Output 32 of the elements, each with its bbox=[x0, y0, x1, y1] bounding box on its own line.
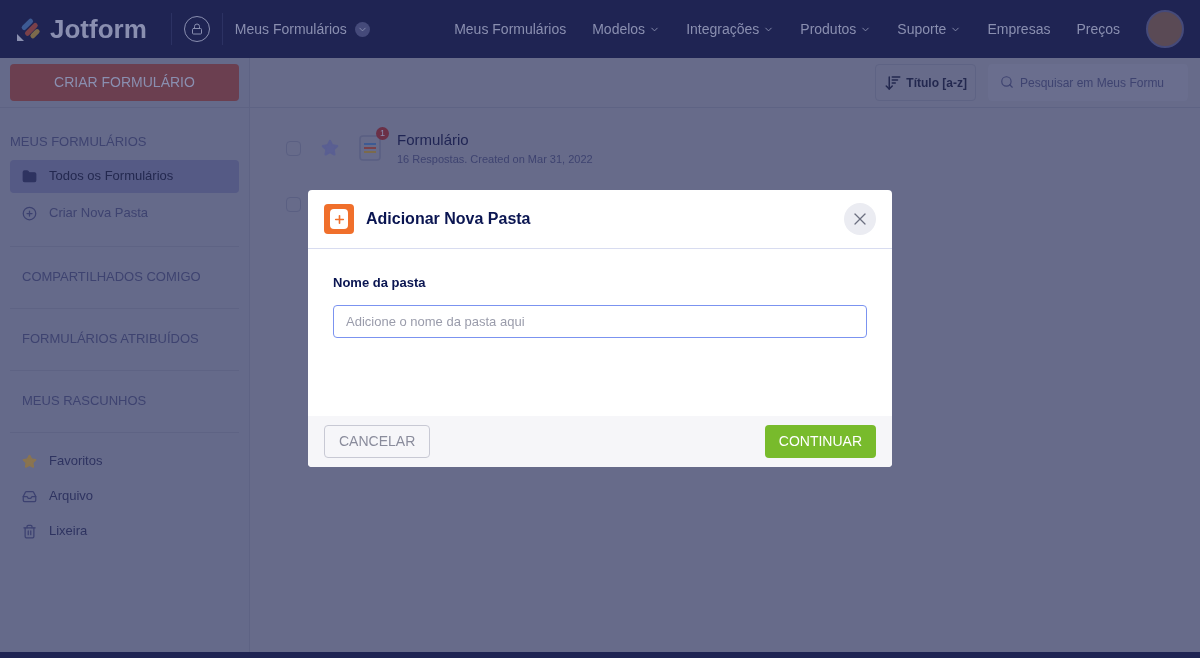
avatar[interactable] bbox=[1146, 10, 1184, 48]
nav-link[interactable]: Meus Formulários bbox=[454, 18, 567, 40]
notification-badge: 1 bbox=[376, 127, 389, 140]
nav-link[interactable]: Modelos bbox=[592, 18, 661, 40]
form-icon bbox=[359, 135, 381, 161]
trash-icon bbox=[22, 523, 37, 539]
sidebar-item[interactable]: Lixeira bbox=[10, 518, 239, 544]
folder-icon bbox=[22, 168, 37, 184]
sort-icon bbox=[884, 73, 903, 92]
sidebar-item[interactable]: Favoritos bbox=[10, 448, 239, 474]
cancel-button[interactable]: CANCELAR bbox=[324, 425, 431, 458]
nav-link[interactable]: Empresas bbox=[987, 18, 1051, 40]
tray-icon bbox=[22, 488, 37, 504]
dialog-title: Adicionar Nova Pasta bbox=[366, 209, 531, 229]
sort-button[interactable]: Título [a-z] bbox=[875, 64, 976, 101]
star-icon bbox=[22, 453, 37, 469]
logo-icon bbox=[16, 16, 42, 42]
nav-link[interactable]: Produtos bbox=[800, 18, 872, 40]
search-icon bbox=[1000, 75, 1014, 89]
folder-name-field[interactable]: Adicione o nome da pasta aqui bbox=[333, 304, 867, 338]
close-button[interactable] bbox=[844, 203, 876, 235]
continue-button[interactable]: CONTINUAR bbox=[764, 425, 876, 458]
breadcrumb-dropdown[interactable]: Meus Formulários bbox=[234, 18, 370, 40]
form-title[interactable]: Formulário bbox=[397, 128, 593, 151]
nav-link[interactable]: Suporte bbox=[897, 18, 962, 40]
nav-link[interactable]: Integrações bbox=[686, 18, 775, 40]
plus-circle-icon bbox=[22, 205, 37, 221]
create-form-button[interactable]: CRIAR FORMULÁRIO bbox=[10, 64, 239, 101]
nav-link[interactable]: Preços bbox=[1076, 18, 1120, 40]
field-label: Nome da pasta bbox=[333, 274, 427, 292]
add-folder-icon bbox=[324, 204, 354, 234]
logo-text[interactable]: Jotform bbox=[50, 9, 147, 49]
